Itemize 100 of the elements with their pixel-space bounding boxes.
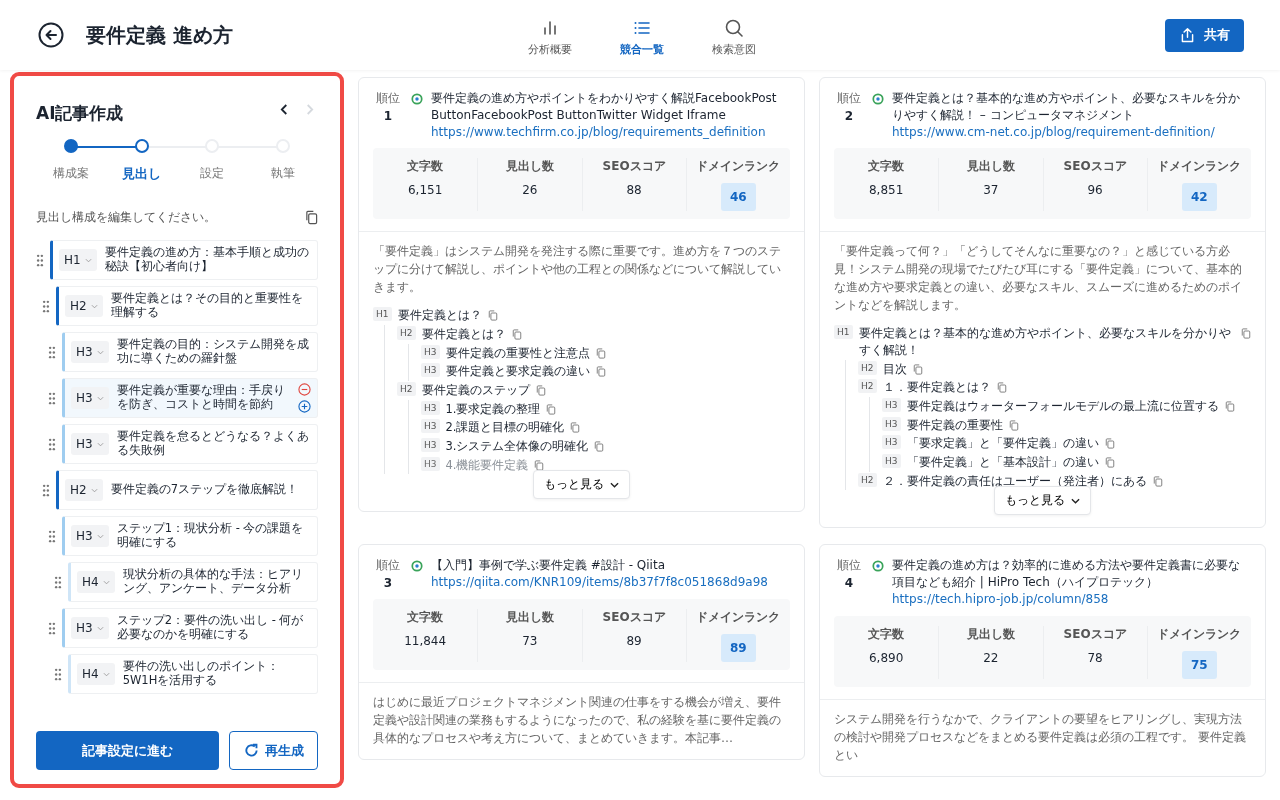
caret-icon	[96, 441, 104, 447]
heading-text: 要件定義が重要な理由：手戻りを防ぎ、コストと時間を節約	[116, 384, 286, 412]
heading-item[interactable]: H3 要件定義を怠るとどうなる？よくある失敗例	[62, 424, 318, 464]
caret-icon	[90, 487, 98, 493]
stat-label: SEOスコア	[602, 158, 666, 176]
article-description: はじめに最近プロジェクトマネジメント関連の仕事をする機会が増え、要件定義や設計関連の業務もするようになったので、私の経験を基に要件定義の具体的なプロセスや考え方について、まとめていきます。本記事…	[373, 694, 782, 748]
heading-text: 要件定義の目的：システム開発を成功に導くための羅針盤	[116, 338, 310, 366]
heading-item[interactable]: H4 要件の洗い出しのポイント：5W1Hを活用する	[68, 654, 318, 694]
heading-item[interactable]: H3 要件定義が重要な理由：手戻りを防ぎ、コストと時間を節約	[62, 378, 318, 418]
article-url[interactable]: https://www.techfirm.co.jp/blog/requirements_definition	[431, 123, 790, 141]
article-description: 「要件定義って何？」「どうしてそんなに重要なの？」と感じている方必見！システム開発の現場でたびたび耳にする「要件定義」について、基本的な進め方や要求定義との違い、必要なスキル、スムーズに進めるためのポイントなどを解説します。	[834, 243, 1243, 315]
drag-handle-icon[interactable]	[54, 667, 62, 681]
share-icon	[1179, 26, 1196, 44]
level-tag: H3	[421, 400, 440, 415]
heading-item[interactable]: H2 要件定義とは？その目的と重要性を理解する	[56, 286, 318, 326]
heading-text: ステップ2：要件の洗い出し - 何が必要なのかを明確にする	[116, 614, 305, 642]
drag-handle-icon[interactable]	[48, 621, 56, 635]
heading-text: ステップ1：現状分析 - 今の課題を明確にする	[116, 522, 305, 550]
rank-number: 4	[844, 576, 854, 591]
heading-item[interactable]: H1 要件定義の進め方：基本手順と成功の秘訣【初心者向け】	[50, 240, 318, 280]
level-select[interactable]: H2	[65, 479, 103, 501]
level-select[interactable]: H3	[71, 433, 109, 455]
caret-icon	[102, 671, 110, 677]
stat-label: SEOスコア	[602, 609, 666, 627]
level-select[interactable]: H3	[71, 387, 109, 409]
outline-heading: 2.課題と目標の明確化	[445, 419, 565, 437]
previous-icon[interactable]	[280, 103, 289, 116]
outline-heading: 1.要求定義の整理	[445, 400, 541, 418]
step-label[interactable]: 設定	[200, 165, 225, 182]
stat-label: 見出し数	[966, 158, 1015, 176]
caret-icon	[96, 533, 104, 539]
stat-value: 8,851	[868, 183, 904, 198]
heading-item[interactable]: H3 ステップ1：現状分析 - 今の課題を明確にする	[62, 516, 318, 556]
level-select[interactable]: H2	[65, 295, 103, 317]
proceed-button[interactable]: 記事設定に進む	[36, 731, 219, 770]
level-select[interactable]: H4	[77, 571, 115, 593]
drag-handle-icon[interactable]	[42, 483, 50, 497]
next-icon[interactable]	[305, 103, 314, 116]
level-select[interactable]: H3	[71, 341, 109, 363]
level-select[interactable]: H3	[71, 617, 109, 639]
level-tag: H3	[421, 419, 440, 434]
drag-handle-icon[interactable]	[42, 299, 50, 313]
step-label[interactable]: 構成案	[53, 165, 90, 182]
drag-handle-icon[interactable]	[54, 575, 62, 589]
article-url[interactable]: https://qiita.com/KNR109/items/8b37f7f8c051868d9a98	[431, 574, 768, 592]
drag-handle-icon[interactable]	[36, 253, 44, 267]
heading-item[interactable]: H3 ステップ2：要件の洗い出し - 何が必要なのかを明確にする	[62, 608, 318, 648]
article-url[interactable]: https://tech.hipro-job.jp/column/858	[892, 591, 1251, 608]
stat-value: 96	[1087, 183, 1103, 198]
article-url[interactable]: https://www.cm-net.co.jp/blog/requirement-definition/	[892, 123, 1251, 141]
outline-heading: 要件定義のステップ	[421, 382, 530, 399]
search-icon	[724, 17, 744, 38]
rank-number: 3	[383, 576, 393, 591]
stat-label: ドメインランク	[696, 609, 781, 627]
nav-tab[interactable]: 競合一覧	[612, 13, 672, 57]
level-tag: H2	[858, 472, 877, 487]
drag-handle-icon[interactable]	[48, 437, 56, 451]
stat-value: 37	[983, 183, 999, 198]
stat-value: 89	[626, 634, 642, 649]
rank-label: 順位	[376, 557, 400, 575]
heading-item[interactable]: H4 現状分析の具体的な手法：ヒアリング、アンケート、データ分析	[68, 562, 318, 602]
regenerate-button[interactable]: 再生成	[229, 731, 318, 770]
show-more-button[interactable]: もっと見る	[994, 486, 1091, 516]
level-select[interactable]: H1	[59, 249, 97, 271]
step-label[interactable]: 執筆	[270, 165, 295, 182]
drag-handle-icon[interactable]	[48, 391, 56, 405]
rank-badge: 89	[721, 634, 756, 663]
outline-heading: 「要求定義」と「要件定義」の違い	[906, 435, 1099, 453]
add-icon[interactable]	[298, 400, 311, 413]
drag-handle-icon[interactable]	[48, 529, 56, 543]
drag-handle-icon[interactable]	[48, 345, 56, 359]
panel-title: AI記事作成	[36, 102, 124, 125]
level-select[interactable]: H4	[77, 663, 115, 685]
nav-tab[interactable]: 分析概要	[520, 13, 580, 57]
heading-item[interactable]: H3 要件定義の目的：システム開発を成功に導くための羅針盤	[62, 332, 318, 372]
remove-icon[interactable]	[298, 383, 311, 396]
rank-label: 順位	[837, 557, 861, 575]
level-select[interactable]: H3	[71, 525, 109, 547]
step-label[interactable]: 見出し	[122, 165, 162, 183]
stat-value: 78	[1087, 650, 1103, 665]
rank-badge: 42	[1182, 183, 1217, 212]
level-tag: H3	[421, 344, 440, 359]
stat-label: 文字数	[868, 625, 905, 643]
stat-label: 文字数	[407, 158, 444, 176]
stat-label: 見出し数	[966, 625, 1015, 643]
back-icon[interactable]	[38, 22, 64, 48]
heading-text: 要件定義とは？その目的と重要性を理解する	[110, 292, 304, 320]
caret-icon	[96, 395, 104, 401]
article-title: 要件定義の進め方は？効率的に進める方法や要件定義書に必要な項目なども紹介 | HiPro Tech（ハイプロテック）	[892, 557, 1241, 592]
share-button[interactable]: 共有	[1165, 18, 1244, 52]
nav-tab[interactable]: 検索意図	[704, 13, 764, 57]
stat-label: 文字数	[868, 158, 905, 176]
stat-label: ドメインランク	[1157, 158, 1242, 176]
heading-item[interactable]: H2 要件定義の7ステップを徹底解説！	[56, 470, 318, 510]
show-more-button[interactable]: もっと見る	[533, 470, 630, 500]
outline-heading: 要件定義はウォーターフォールモデルの最上流に位置する	[906, 398, 1219, 415]
copy-icon[interactable]	[305, 210, 318, 225]
outline-heading: 要件定義とは？	[421, 326, 506, 343]
level-tag: H2	[858, 360, 877, 375]
refresh-icon	[243, 743, 259, 758]
